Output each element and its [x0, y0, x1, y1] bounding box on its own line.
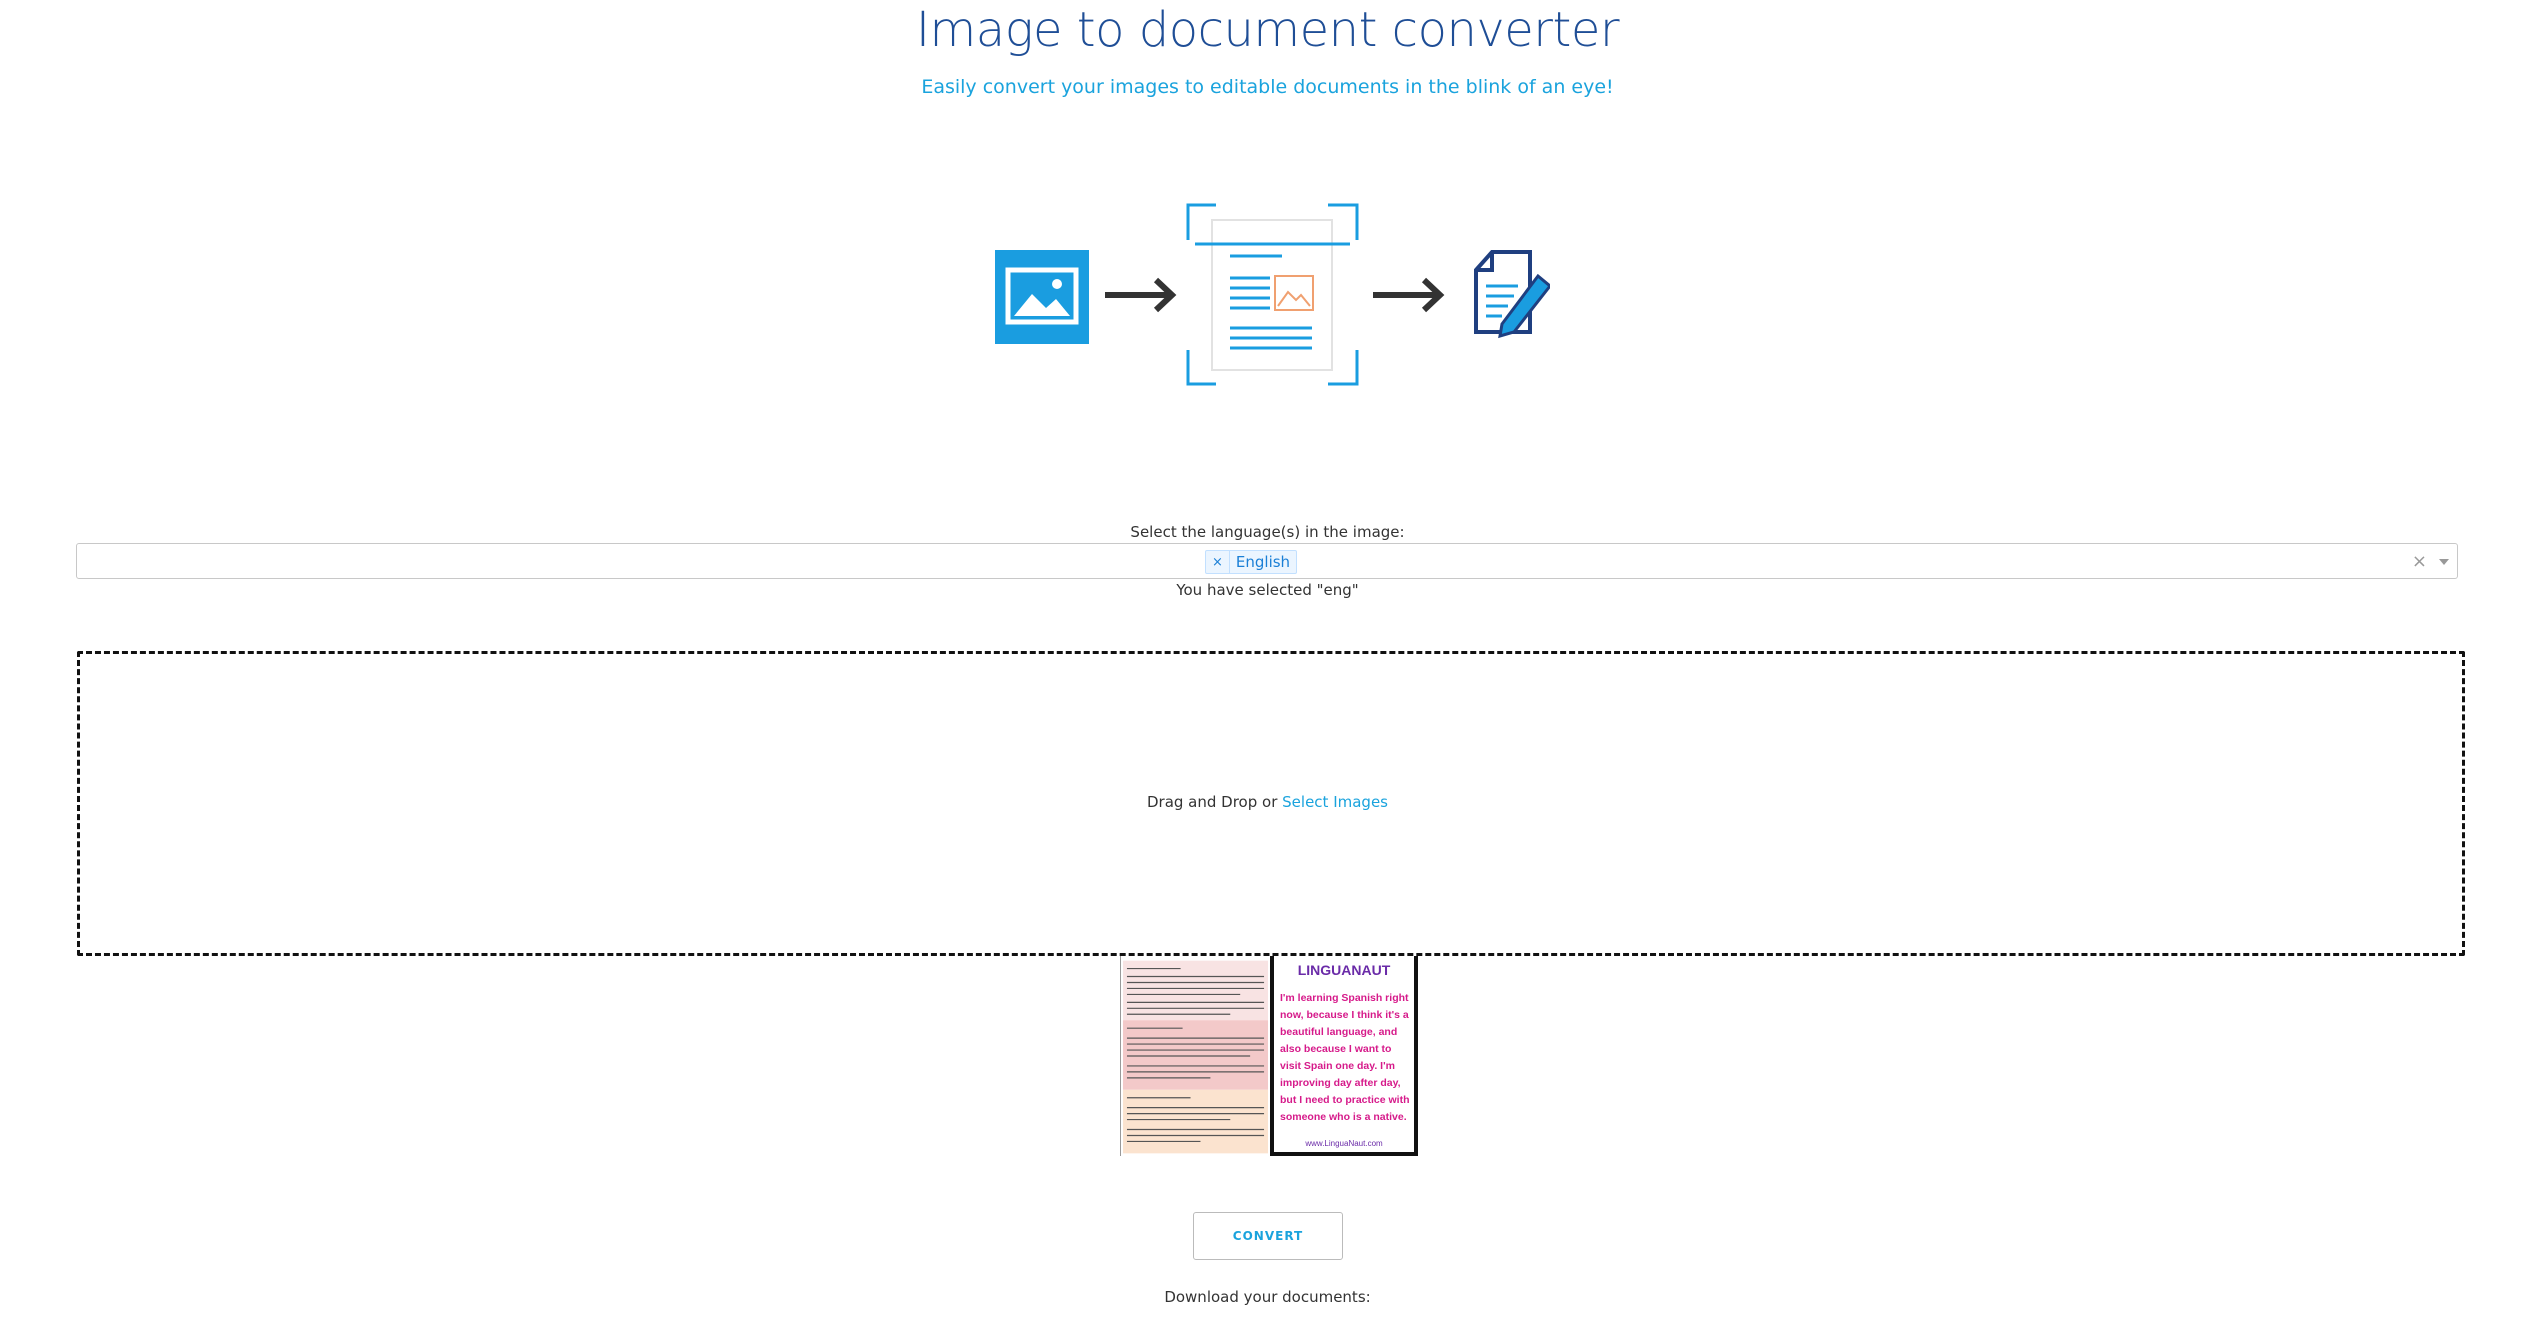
conversion-illustration: [995, 203, 1550, 386]
convert-button[interactable]: CONVERT: [1193, 1212, 1343, 1260]
dropdown-arrow-icon[interactable]: [2439, 559, 2449, 565]
thumbnail-footer: www.LinguaNaut.com: [1305, 1139, 1383, 1148]
image-icon: [995, 250, 1089, 344]
uploaded-image-thumbnail[interactable]: LINGUANAUT I'm learning Spanish right no…: [1270, 956, 1418, 1156]
select-images-link[interactable]: Select Images: [1282, 793, 1388, 811]
dropzone-text: Drag and Drop or Select Images: [0, 793, 2535, 811]
download-label: Download your documents:: [1164, 1288, 1371, 1306]
language-label: Select the language(s) in the image:: [1130, 523, 1405, 541]
arrow-right-icon: [1105, 277, 1177, 313]
arrow-right-icon: [1373, 277, 1445, 313]
remove-tag-icon[interactable]: ×: [1206, 551, 1230, 573]
uploaded-image-thumbnail[interactable]: [1120, 956, 1270, 1156]
edit-document-icon: [1474, 250, 1550, 339]
dropzone-instruction: Drag and Drop or: [1146, 793, 1278, 811]
scan-document-icon: [1186, 203, 1359, 386]
thumbnail-body: I'm learning Spanish right now, because …: [1280, 992, 1410, 1123]
thumbnail-title: LINGUANAUT: [1297, 962, 1391, 978]
language-tag-label: English: [1235, 553, 1291, 571]
page-subtitle: Easily convert your images to editable d…: [921, 76, 1614, 98]
clear-selection-icon[interactable]: ×: [2412, 551, 2427, 572]
language-tag-english: × English: [1205, 550, 1298, 574]
selected-language-message: You have selected "eng": [1176, 581, 1359, 599]
page-title: Image to document converter: [915, 2, 1620, 58]
language-select[interactable]: × English ×: [76, 543, 2458, 579]
